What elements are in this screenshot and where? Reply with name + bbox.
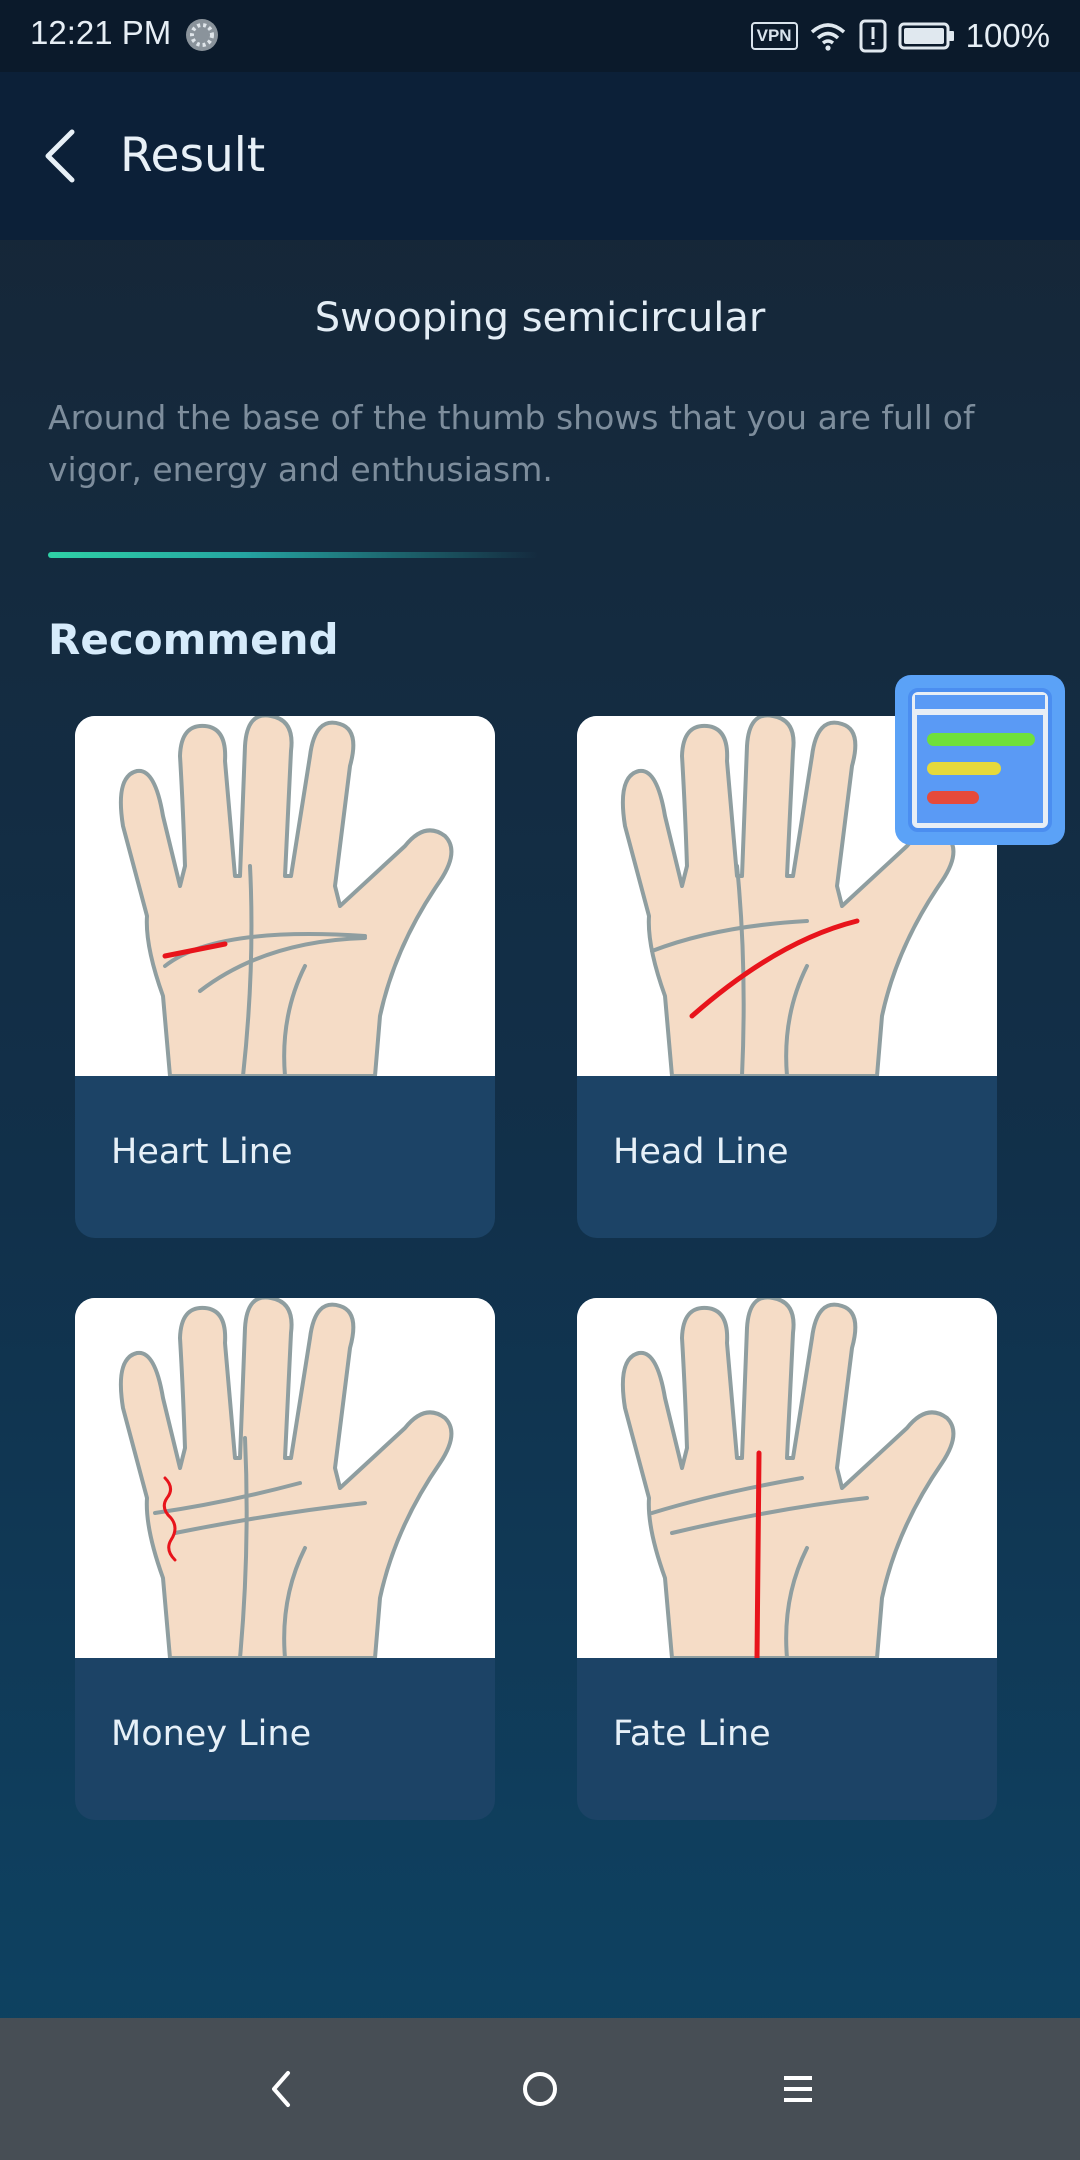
- status-icons: VPN 100%: [750, 14, 1050, 58]
- card-heart-line[interactable]: Heart Line: [75, 716, 495, 1238]
- status-bar: 12:21 PM VPN 100%: [0, 0, 1080, 72]
- card-label: Heart Line: [111, 1132, 293, 1172]
- nav-menu-icon[interactable]: [768, 2059, 828, 2119]
- nav-back-icon[interactable]: [252, 2059, 312, 2119]
- floating-widget-button[interactable]: [895, 675, 1065, 845]
- status-time: 12:21 PM: [30, 14, 172, 51]
- divider: [48, 552, 538, 558]
- card-label: Head Line: [613, 1132, 789, 1172]
- card-money-line[interactable]: Money Line: [75, 1298, 495, 1820]
- battery-icon: [898, 22, 954, 50]
- card-label: Money Line: [111, 1714, 312, 1754]
- nav-home-icon[interactable]: [510, 2059, 570, 2119]
- card-fate-line[interactable]: Fate Line: [577, 1298, 997, 1820]
- result-description: Around the base of the thumb shows that …: [48, 398, 975, 489]
- back-icon[interactable]: [36, 124, 92, 188]
- alert-icon: [859, 19, 887, 53]
- result-headline: Swooping semicircular: [314, 295, 766, 341]
- battery-percent: 100%: [965, 17, 1050, 54]
- system-nav-bar: [0, 2018, 1080, 2160]
- list-icon: [908, 688, 1052, 832]
- vpn-badge: VPN: [750, 22, 798, 50]
- app-bar: Result: [0, 72, 1080, 240]
- palm-illustration: [577, 1298, 997, 1658]
- card-label: Fate Line: [613, 1714, 771, 1754]
- recommend-title: Recommend: [48, 615, 339, 664]
- palm-illustration: [75, 716, 495, 1076]
- wifi-icon: [810, 23, 845, 51]
- page-title: Result: [120, 128, 266, 183]
- palm-illustration: [75, 1298, 495, 1658]
- spinner-icon: [186, 19, 218, 51]
